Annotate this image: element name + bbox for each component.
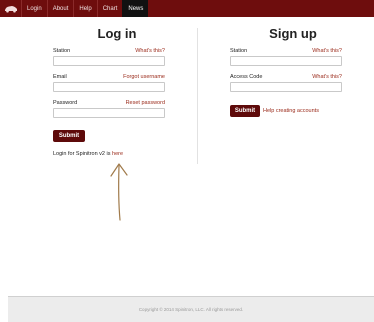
login-station-help-link[interactable]: What's this?: [135, 48, 165, 54]
login-email-label: Email: [53, 73, 67, 80]
legacy-login-note: Login for Spinitron v2 is here: [53, 151, 123, 157]
access-code-label: Access Code: [230, 73, 263, 80]
top-nav-bar: Login About Help Chart News: [0, 0, 374, 17]
login-station-input[interactable]: [53, 56, 165, 66]
login-station-field: Station What's this?: [53, 47, 165, 66]
nav-chart[interactable]: Chart: [96, 0, 123, 17]
nav-about[interactable]: About: [46, 0, 74, 17]
signup-station-help-link[interactable]: What's this?: [312, 48, 342, 54]
access-code-input[interactable]: [230, 82, 342, 92]
copyright-text: Copyright © 2014 Spinitron, LLC. All rig…: [138, 307, 244, 312]
signup-panel: Sign up: [230, 17, 342, 42]
login-station-label: Station: [53, 47, 71, 54]
signup-station-field: Station What's this?: [230, 47, 342, 66]
nav-login[interactable]: Login: [21, 0, 47, 17]
signup-submit-button[interactable]: Submit: [230, 105, 260, 117]
login-password-label: Password: [53, 99, 78, 106]
car-logo-icon: [4, 6, 17, 13]
login-title: Log in: [97, 26, 137, 41]
nav-help[interactable]: Help: [73, 0, 96, 17]
login-submit-button[interactable]: Submit: [53, 130, 85, 142]
column-divider: [197, 28, 198, 164]
reset-password-link[interactable]: Reset password: [126, 100, 165, 106]
footer: Copyright © 2014 Spinitron, LLC. All rig…: [8, 297, 374, 322]
signup-code-field: Access Code What's this?: [230, 73, 342, 92]
logo[interactable]: [0, 0, 21, 17]
login-email-field: Email Forgot username: [53, 73, 165, 92]
signup-station-input[interactable]: [230, 56, 342, 66]
login-password-input[interactable]: [53, 108, 165, 118]
legacy-login-link[interactable]: here: [112, 151, 123, 157]
annotation-arrow-icon: [110, 163, 128, 221]
access-code-help-link[interactable]: What's this?: [312, 74, 342, 80]
help-creating-accounts-link[interactable]: Help creating accounts: [263, 108, 319, 114]
forgot-username-link[interactable]: Forgot username: [123, 74, 165, 80]
login-email-input[interactable]: [53, 82, 165, 92]
signup-station-label: Station: [230, 47, 248, 54]
login-panel: Log in: [53, 17, 165, 42]
legacy-login-text: Login for Spinitron v2 is: [53, 151, 111, 157]
signup-title: Sign up: [269, 26, 317, 41]
nav-news[interactable]: News: [122, 0, 149, 17]
login-password-field: Password Reset password: [53, 99, 165, 118]
